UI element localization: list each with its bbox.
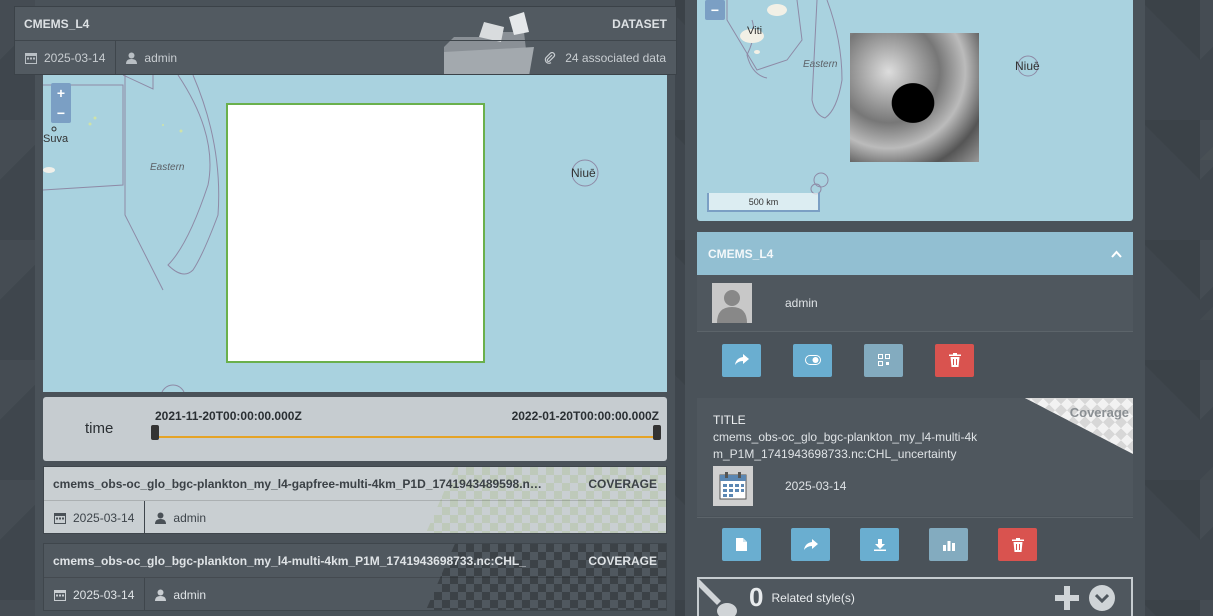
- map-label-region: Eastern: [150, 162, 185, 173]
- item-date-text: 2025-03-14: [73, 510, 135, 525]
- map-label-city: Suva: [43, 133, 69, 145]
- user-icon: [126, 52, 138, 64]
- trash-icon: [1011, 537, 1024, 552]
- dataset-name: CMEMS_L4: [24, 16, 90, 31]
- share-icon: [734, 354, 749, 365]
- map-zoom-control: + −: [51, 83, 71, 123]
- time-end-handle[interactable]: [653, 425, 661, 440]
- trash-icon: [948, 353, 961, 367]
- time-track[interactable]: [155, 436, 661, 438]
- toggle-icon: [804, 355, 821, 365]
- chevron-down-icon: [1095, 593, 1109, 603]
- detail-owner-row: admin: [697, 275, 1133, 332]
- share-coverage-button[interactable]: [791, 528, 830, 561]
- coverage-detail-panel: Coverage TITLE cmems_obs-oc_glo_bgc-plan…: [697, 398, 1133, 516]
- share-button[interactable]: [722, 343, 761, 377]
- map-label-island: Niuē: [571, 166, 596, 180]
- expand-styles-button[interactable]: [1089, 584, 1115, 611]
- scale-bar: 500 km: [707, 193, 820, 212]
- chart-button[interactable]: [929, 528, 968, 561]
- item-type: COVERAGE: [588, 553, 657, 568]
- item-owner: admin: [145, 501, 216, 533]
- share-icon: [803, 538, 818, 550]
- calendar-icon: [54, 589, 66, 601]
- coverage-date: 2025-03-14: [785, 479, 847, 493]
- metadata-button[interactable]: [722, 528, 761, 561]
- coverage-title-value: cmems_obs-oc_glo_bgc-plankton_my_l4-mult…: [713, 430, 978, 461]
- qrcode-icon: [877, 354, 890, 366]
- paperclip-icon: [545, 52, 556, 64]
- delete-coverage-button[interactable]: [998, 528, 1037, 561]
- dataset-owner: admin: [116, 41, 187, 74]
- user-icon: [155, 512, 167, 524]
- time-label: time: [85, 420, 114, 437]
- user-icon: [155, 589, 167, 601]
- time-end: 2022-01-20T00:00:00.000Z: [511, 409, 659, 423]
- dataset-associated: 24 associated data: [544, 51, 676, 65]
- calendar-icon: [713, 466, 753, 506]
- list-item[interactable]: cmems_obs-oc_glo_bgc-plankton_my_l4-mult…: [43, 543, 667, 611]
- item-title: cmems_obs-oc_glo_bgc-plankton_my_l4-gapf…: [53, 476, 543, 491]
- time-start: 2021-11-20T00:00:00.000Z: [155, 409, 302, 423]
- item-date: 2025-03-14: [44, 578, 146, 610]
- coverage-title-label: TITLE: [713, 413, 746, 427]
- dataset-header[interactable]: CMEMS_L4 DATASET 2025-03-14 admin 24 ass…: [14, 6, 677, 75]
- related-styles-panel: 0 Related style(s): [697, 577, 1133, 616]
- bounding-box[interactable]: [226, 103, 485, 363]
- item-date: 2025-03-14: [44, 501, 146, 533]
- avatar: [712, 283, 752, 323]
- file-icon: [736, 538, 747, 551]
- item-owner: admin: [145, 578, 216, 610]
- list-item[interactable]: cmems_obs-oc_glo_bgc-plankton_my_l4-gapf…: [43, 466, 667, 534]
- coverage-map[interactable]: − Viti Eastern Niuē 500 km: [697, 0, 1133, 221]
- bar-chart-icon: [942, 540, 955, 551]
- item-date-text: 2025-03-14: [73, 587, 135, 602]
- download-button[interactable]: [860, 528, 899, 561]
- map-label-niue: Niuē: [1015, 59, 1040, 73]
- detail-owner-name: admin: [785, 296, 818, 310]
- item-owner-text: admin: [173, 587, 207, 602]
- zoom-out-button[interactable]: −: [705, 0, 725, 20]
- coverage-ribbon-label: Coverage: [1069, 405, 1129, 420]
- coverage-actions: [697, 517, 1133, 571]
- detail-actions: [697, 333, 1133, 387]
- dataset-owner-text: admin: [144, 51, 178, 65]
- chevron-up-icon[interactable]: [1111, 250, 1122, 258]
- map-zoom-control: −: [705, 0, 725, 20]
- calendar-icon: [54, 512, 66, 524]
- item-title: cmems_obs-oc_glo_bgc-plankton_my_l4-mult…: [53, 553, 526, 568]
- detail-panel-header[interactable]: CMEMS_L4: [697, 232, 1133, 275]
- download-icon: [873, 538, 886, 551]
- zoom-out-button[interactable]: −: [51, 103, 71, 123]
- dataset-date-text: 2025-03-14: [44, 51, 106, 65]
- add-style-icon[interactable]: [1055, 585, 1079, 610]
- qrcode-button[interactable]: [864, 343, 903, 377]
- styles-label: Related style(s): [771, 590, 855, 605]
- avatar-silhouette-icon: [717, 290, 747, 323]
- brush-icon: [699, 579, 737, 616]
- item-owner-text: admin: [173, 510, 207, 525]
- dataset-date: 2025-03-14: [15, 41, 117, 74]
- coverage-raster: [850, 33, 979, 162]
- zoom-in-button[interactable]: +: [51, 83, 71, 103]
- toggle-visibility-button[interactable]: [793, 343, 832, 377]
- dataset-map[interactable]: + − Suva Eastern Niuē: [43, 75, 667, 392]
- time-start-handle[interactable]: [151, 425, 159, 440]
- delete-dataset-button[interactable]: [935, 343, 974, 377]
- item-type: COVERAGE: [588, 476, 657, 491]
- dataset-type-label: DATASET: [612, 16, 667, 31]
- time-slider-panel[interactable]: time 2021-11-20T00:00:00.000Z 2022-01-20…: [43, 397, 667, 461]
- styles-count: 0: [749, 582, 764, 612]
- associated-count: 24 associated data: [565, 51, 666, 65]
- calendar-icon: [25, 53, 37, 64]
- map-label-region: Eastern: [803, 59, 838, 70]
- detail-title: CMEMS_L4: [708, 246, 774, 261]
- map-label-island: Viti: [747, 25, 763, 37]
